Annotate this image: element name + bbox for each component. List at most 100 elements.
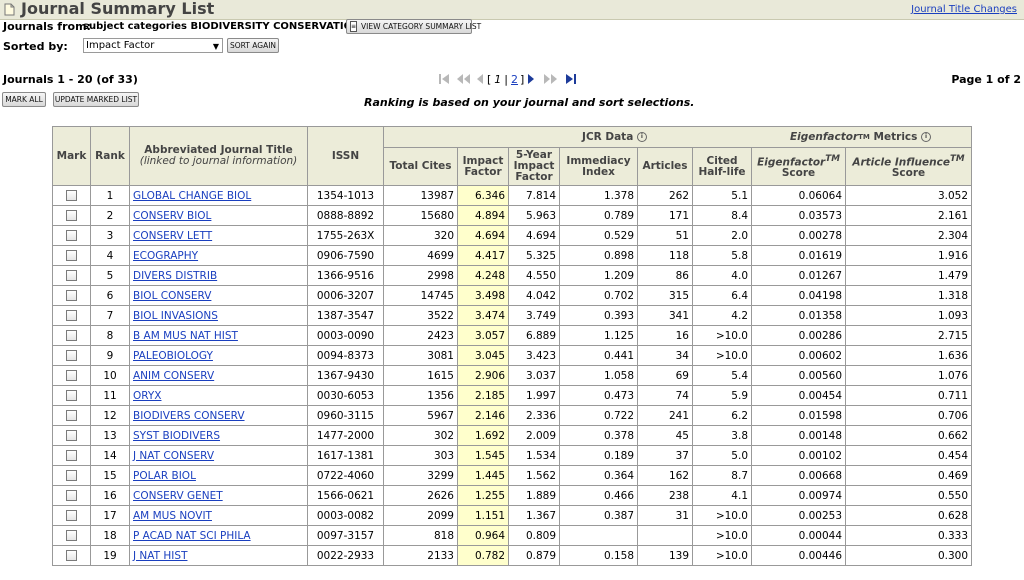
eigenfactor-score-cell: 0.03573 bbox=[751, 205, 846, 226]
mark-checkbox[interactable] bbox=[66, 210, 77, 221]
impact-factor-cell: 3.057 bbox=[457, 325, 509, 346]
eigenfactor-metrics-suffix: Metrics bbox=[873, 131, 918, 143]
journal-title-link[interactable]: P ACAD NAT SCI PHILA bbox=[133, 530, 251, 542]
journal-title-link[interactable]: J NAT HIST bbox=[133, 550, 187, 562]
article-influence-score-cell: 2.715 bbox=[845, 325, 972, 346]
five-year-impact-factor-cell: 7.814 bbox=[508, 185, 560, 206]
impact-factor-cell: 3.498 bbox=[457, 285, 509, 306]
impact-factor-cell: 1.255 bbox=[457, 485, 509, 506]
cited-half-life-cell: 2.0 bbox=[692, 225, 752, 246]
journal-title-link[interactable]: AM MUS NOVIT bbox=[133, 510, 212, 522]
articles-cell: 45 bbox=[637, 425, 693, 446]
journal-title-link[interactable]: CONSERV LETT bbox=[133, 230, 212, 242]
mark-checkbox[interactable] bbox=[66, 530, 77, 541]
pager-page-2-link[interactable]: 2 bbox=[511, 73, 518, 86]
issn-cell: 0030-6053 bbox=[307, 385, 384, 406]
journal-title-cell: P ACAD NAT SCI PHILA bbox=[129, 525, 308, 546]
mark-checkbox[interactable] bbox=[66, 470, 77, 481]
mark-checkbox[interactable] bbox=[66, 430, 77, 441]
articles-cell: 238 bbox=[637, 485, 693, 506]
journal-title-link[interactable]: GLOBAL CHANGE BIOL bbox=[133, 190, 251, 202]
last-page-icon[interactable] bbox=[564, 72, 578, 86]
rank-cell: 2 bbox=[90, 205, 130, 226]
journal-title-link[interactable]: DIVERS DISTRIB bbox=[133, 270, 217, 282]
journal-title-link[interactable]: ORYX bbox=[133, 390, 162, 402]
article-influence-score-cell: 0.711 bbox=[845, 385, 972, 406]
cited-half-life-cell: 3.8 bbox=[692, 425, 752, 446]
first-page-icon[interactable] bbox=[437, 72, 451, 86]
mark-checkbox[interactable] bbox=[66, 370, 77, 381]
table-row: 15 POLAR BIOL 0722-4060 3299 1.445 1.562 0.364… bbox=[52, 465, 972, 486]
journal-title-link[interactable]: PALEOBIOLOGY bbox=[133, 350, 213, 362]
journal-title-link[interactable]: BIODIVERS CONSERV bbox=[133, 410, 245, 422]
next-page-icon[interactable] bbox=[526, 72, 536, 86]
journal-title-link[interactable]: SYST BIODIVERS bbox=[133, 430, 220, 442]
journal-title-link[interactable]: BIOL INVASIONS bbox=[133, 310, 218, 322]
article-influence-score-cell: 1.318 bbox=[845, 285, 972, 306]
journal-title-link[interactable]: BIOL CONSERV bbox=[133, 290, 211, 302]
mark-checkbox[interactable] bbox=[66, 310, 77, 321]
journal-title-link[interactable]: CONSERV BIOL bbox=[133, 210, 211, 222]
article-influence-score-cell: 0.662 bbox=[845, 425, 972, 446]
info-icon[interactable]: i bbox=[921, 132, 932, 142]
immediacy-index-cell: 0.473 bbox=[559, 385, 638, 406]
journal-title-link[interactable]: ECOGRAPHY bbox=[133, 250, 198, 262]
cited-half-life-cell: 8.7 bbox=[692, 465, 752, 486]
table-row: 18 P ACAD NAT SCI PHILA 0097-3157 818 0.964 0… bbox=[52, 525, 972, 546]
sort-again-button[interactable]: SORT AGAIN bbox=[227, 38, 279, 53]
journal-title-link[interactable]: CONSERV GENET bbox=[133, 490, 223, 502]
rank-cell: 13 bbox=[90, 425, 130, 446]
previous-page-icon[interactable] bbox=[475, 72, 485, 86]
previous-ten-pages-icon[interactable] bbox=[455, 72, 473, 86]
page-title: Journal Summary List bbox=[21, 0, 215, 18]
mark-checkbox[interactable] bbox=[66, 390, 77, 401]
mark-checkbox[interactable] bbox=[66, 490, 77, 501]
update-marked-list-button[interactable]: UPDATE MARKED LIST bbox=[53, 92, 139, 107]
cited-half-life-cell: 5.4 bbox=[692, 365, 752, 386]
table-row: 12 BIODIVERS CONSERV 0960-3115 5967 2.146 2.3… bbox=[52, 405, 972, 426]
mark-checkbox[interactable] bbox=[66, 190, 77, 201]
article-influence-score-cell: 1.636 bbox=[845, 345, 972, 366]
journal-title-link[interactable]: ANIM CONSERV bbox=[133, 370, 214, 382]
table-row: 5 DIVERS DISTRIB 1366-9516 2998 4.248 4.550 1.… bbox=[52, 265, 972, 286]
article-influence-tm: TM bbox=[949, 153, 965, 164]
title-column-header: Abbreviated Journal Title (linked to jou… bbox=[129, 126, 308, 186]
mark-checkbox[interactable] bbox=[66, 270, 77, 281]
journal-title-link[interactable]: J NAT CONSERV bbox=[133, 450, 214, 462]
mark-checkbox[interactable] bbox=[66, 350, 77, 361]
mark-checkbox[interactable] bbox=[66, 550, 77, 561]
immediacy-index-cell: 0.387 bbox=[559, 505, 638, 526]
article-influence-score-cell: 1.479 bbox=[845, 265, 972, 286]
pager-separator: | bbox=[504, 72, 509, 86]
impact-factor-cell: 2.185 bbox=[457, 385, 509, 406]
mark-checkbox[interactable] bbox=[66, 410, 77, 421]
mark-checkbox[interactable] bbox=[66, 330, 77, 341]
journal-title-changes-link[interactable]: Journal Title Changes bbox=[911, 4, 1017, 15]
article-influence-score-cell: 3.052 bbox=[845, 185, 972, 206]
journal-title-link[interactable]: B AM MUS NAT HIST bbox=[133, 330, 238, 342]
ranking-note: Ranking is based on your journal and sor… bbox=[364, 96, 695, 109]
mark-cell bbox=[52, 305, 91, 326]
cited-half-life-cell: >10.0 bbox=[692, 545, 752, 566]
mark-checkbox[interactable] bbox=[66, 450, 77, 461]
view-category-summary-button[interactable]: ≡ VIEW CATEGORY SUMMARY LIST bbox=[346, 19, 481, 34]
issn-cell: 1387-3547 bbox=[307, 305, 384, 326]
total-cites-cell: 4699 bbox=[383, 245, 458, 266]
cited-half-life-cell: 8.4 bbox=[692, 205, 752, 226]
mark-checkbox[interactable] bbox=[66, 510, 77, 521]
impact-factor-cell: 1.692 bbox=[457, 425, 509, 446]
article-influence-score-cell: 1.093 bbox=[845, 305, 972, 326]
mark-cell bbox=[52, 445, 91, 466]
total-cites-cell: 5967 bbox=[383, 405, 458, 426]
mark-all-button[interactable]: MARK ALL bbox=[2, 92, 46, 107]
mark-checkbox[interactable] bbox=[66, 250, 77, 261]
info-icon[interactable]: i bbox=[636, 131, 647, 142]
mark-cell bbox=[52, 545, 91, 566]
sort-select-value: Impact Factor bbox=[86, 40, 155, 51]
mark-checkbox[interactable] bbox=[66, 290, 77, 301]
mark-checkbox[interactable] bbox=[66, 230, 77, 241]
sort-select[interactable]: Impact Factor ▼ bbox=[83, 38, 223, 53]
next-ten-pages-icon[interactable] bbox=[542, 72, 560, 86]
articles-cell: 315 bbox=[637, 285, 693, 306]
journal-title-link[interactable]: POLAR BIOL bbox=[133, 470, 196, 482]
